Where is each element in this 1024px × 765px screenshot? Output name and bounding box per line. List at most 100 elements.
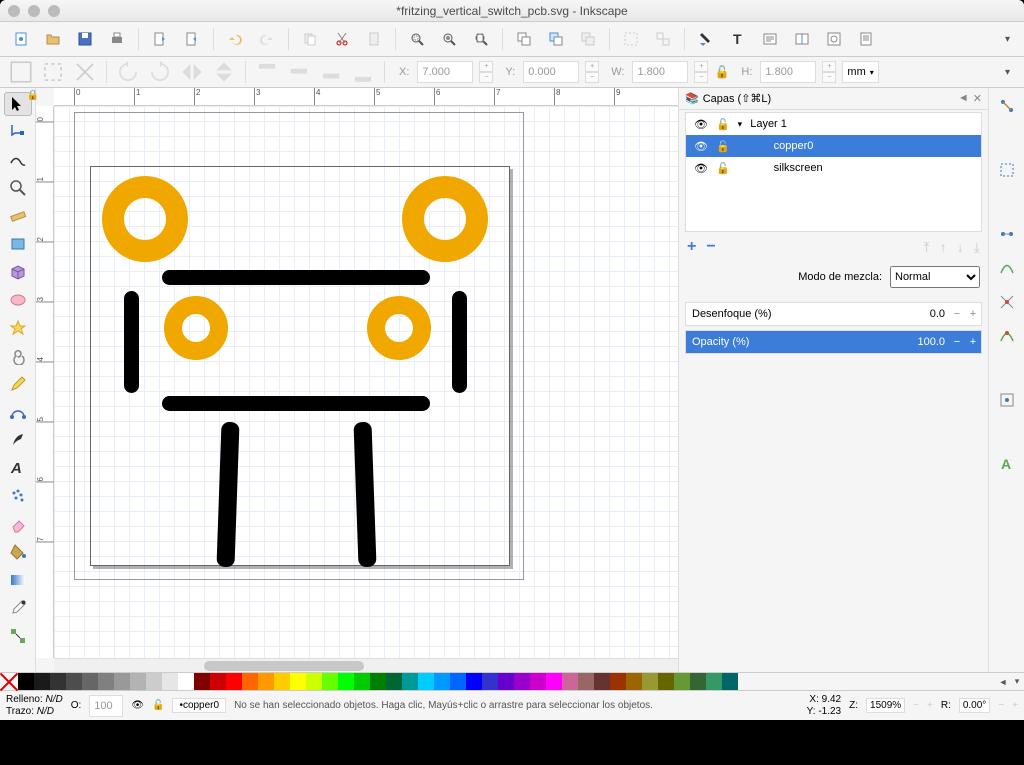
lower-button[interactable] <box>318 59 344 85</box>
layer-row[interactable]: 👁🔓copper0 <box>686 135 981 157</box>
x-up[interactable]: + <box>479 61 493 72</box>
copy-button[interactable] <box>297 26 323 52</box>
ellipse-tool[interactable] <box>4 288 32 312</box>
zoom-value[interactable]: 1509% <box>866 698 905 713</box>
close-window-button[interactable] <box>8 5 20 17</box>
opacity-status-input[interactable] <box>89 695 123 717</box>
zoom-window-button[interactable] <box>48 5 60 17</box>
remove-layer-button[interactable]: − <box>706 238 715 256</box>
w-down[interactable]: − <box>694 72 708 83</box>
color-swatch[interactable] <box>626 673 642 690</box>
color-swatch[interactable] <box>210 673 226 690</box>
color-swatch[interactable] <box>242 673 258 690</box>
save-button[interactable] <box>72 26 98 52</box>
layer-visibility-icon[interactable]: 👁 <box>694 118 708 131</box>
xml-editor-button[interactable] <box>757 26 783 52</box>
rect-tool[interactable] <box>4 232 32 256</box>
color-swatch[interactable] <box>226 673 242 690</box>
group-button[interactable] <box>618 26 644 52</box>
snap-edge-button[interactable] <box>993 322 1021 350</box>
canvas[interactable] <box>54 106 678 658</box>
horizontal-scrollbar-thumb[interactable] <box>204 661 364 671</box>
color-swatch[interactable] <box>370 673 386 690</box>
layer-up-button[interactable]: ↑ <box>940 239 947 255</box>
snap-path-button[interactable] <box>993 254 1021 282</box>
lower-bottom-button[interactable] <box>350 59 376 85</box>
x-down[interactable]: − <box>479 72 493 83</box>
layer-visibility-icon[interactable]: 👁 <box>694 140 708 153</box>
blur-plus-button[interactable]: + <box>965 308 981 320</box>
color-swatch[interactable] <box>258 673 274 690</box>
color-swatch[interactable] <box>434 673 450 690</box>
color-swatch[interactable] <box>194 673 210 690</box>
text-tool-button[interactable]: T <box>725 26 751 52</box>
h-up[interactable]: + <box>822 61 836 72</box>
prefs-button[interactable] <box>821 26 847 52</box>
redo-button[interactable] <box>254 26 280 52</box>
snap-center-button[interactable] <box>993 386 1021 414</box>
color-swatch[interactable] <box>658 673 674 690</box>
color-swatch[interactable] <box>466 673 482 690</box>
color-swatch[interactable] <box>274 673 290 690</box>
color-swatch[interactable] <box>290 673 306 690</box>
flip-v-button[interactable] <box>211 59 237 85</box>
rotate-cw-button[interactable] <box>147 59 173 85</box>
color-swatch[interactable] <box>706 673 722 690</box>
raise-top-button[interactable] <box>254 59 280 85</box>
toolbar-overflow-button[interactable]: ▾ <box>999 34 1016 45</box>
palette-menu-button[interactable]: ▾ <box>1010 673 1024 690</box>
y-up[interactable]: + <box>585 61 599 72</box>
eraser-tool[interactable] <box>4 512 32 536</box>
star-tool[interactable] <box>4 316 32 340</box>
fill-stroke-button[interactable] <box>693 26 719 52</box>
tweak-tool[interactable] <box>4 148 32 172</box>
color-swatch[interactable] <box>450 673 466 690</box>
bezier-tool[interactable] <box>4 400 32 424</box>
color-swatch[interactable] <box>674 673 690 690</box>
color-swatch[interactable] <box>578 673 594 690</box>
layer-lock-icon[interactable]: 🔓 <box>716 118 730 131</box>
snap-enable-button[interactable] <box>993 92 1021 120</box>
snap-bbox-button[interactable] <box>993 156 1021 184</box>
layer-lock-icon[interactable]: 🔓 <box>716 162 730 175</box>
zoom-page-button[interactable] <box>468 26 494 52</box>
color-swatch[interactable] <box>386 673 402 690</box>
snap-intersect-button[interactable] <box>993 288 1021 316</box>
minimize-window-button[interactable] <box>28 5 40 17</box>
export-button[interactable] <box>179 26 205 52</box>
doc-prefs-button[interactable] <box>853 26 879 52</box>
color-swatch[interactable] <box>354 673 370 690</box>
flip-h-button[interactable] <box>179 59 205 85</box>
expand-icon[interactable]: ▾ <box>738 119 743 130</box>
ruler-horizontal[interactable]: 0123456789 <box>54 88 678 106</box>
snap-nodes-button[interactable] <box>993 220 1021 248</box>
unlink-clone-button[interactable] <box>575 26 601 52</box>
color-swatch[interactable] <box>18 673 34 690</box>
palette-scroll-left[interactable]: ◄ <box>996 673 1010 690</box>
3dbox-tool[interactable] <box>4 260 32 284</box>
ruler-vertical[interactable]: 01234567 <box>36 106 54 658</box>
current-layer-chip[interactable]: •copper0 <box>172 698 226 713</box>
layer-lock-icon[interactable]: 🔓 <box>716 140 730 153</box>
color-swatch[interactable] <box>82 673 98 690</box>
color-swatch[interactable] <box>722 673 738 690</box>
color-swatch[interactable] <box>34 673 50 690</box>
opacity-minus-button[interactable]: − <box>949 336 965 348</box>
opacity-plus-button[interactable]: + <box>965 336 981 348</box>
blur-slider-row[interactable]: Desenfoque (%) 0.0 −+ <box>685 302 982 326</box>
text-input-tool[interactable]: A <box>4 456 32 480</box>
color-swatch[interactable] <box>50 673 66 690</box>
lock-status-icon[interactable]: 🔓 <box>152 700 164 711</box>
zoom-drawing-button[interactable] <box>436 26 462 52</box>
select-all-button[interactable] <box>40 59 66 85</box>
color-swatch[interactable] <box>402 673 418 690</box>
swatch-none[interactable] <box>0 673 18 691</box>
w-up[interactable]: + <box>694 61 708 72</box>
rotate-ccw-button[interactable] <box>115 59 141 85</box>
color-swatch[interactable] <box>546 673 562 690</box>
layer-row[interactable]: 👁🔓silkscreen <box>686 157 981 179</box>
deselect-button[interactable] <box>72 59 98 85</box>
gradient-tool[interactable] <box>4 568 32 592</box>
zoom-selection-button[interactable] <box>404 26 430 52</box>
propbar-overflow-button[interactable]: ▾ <box>999 67 1016 78</box>
